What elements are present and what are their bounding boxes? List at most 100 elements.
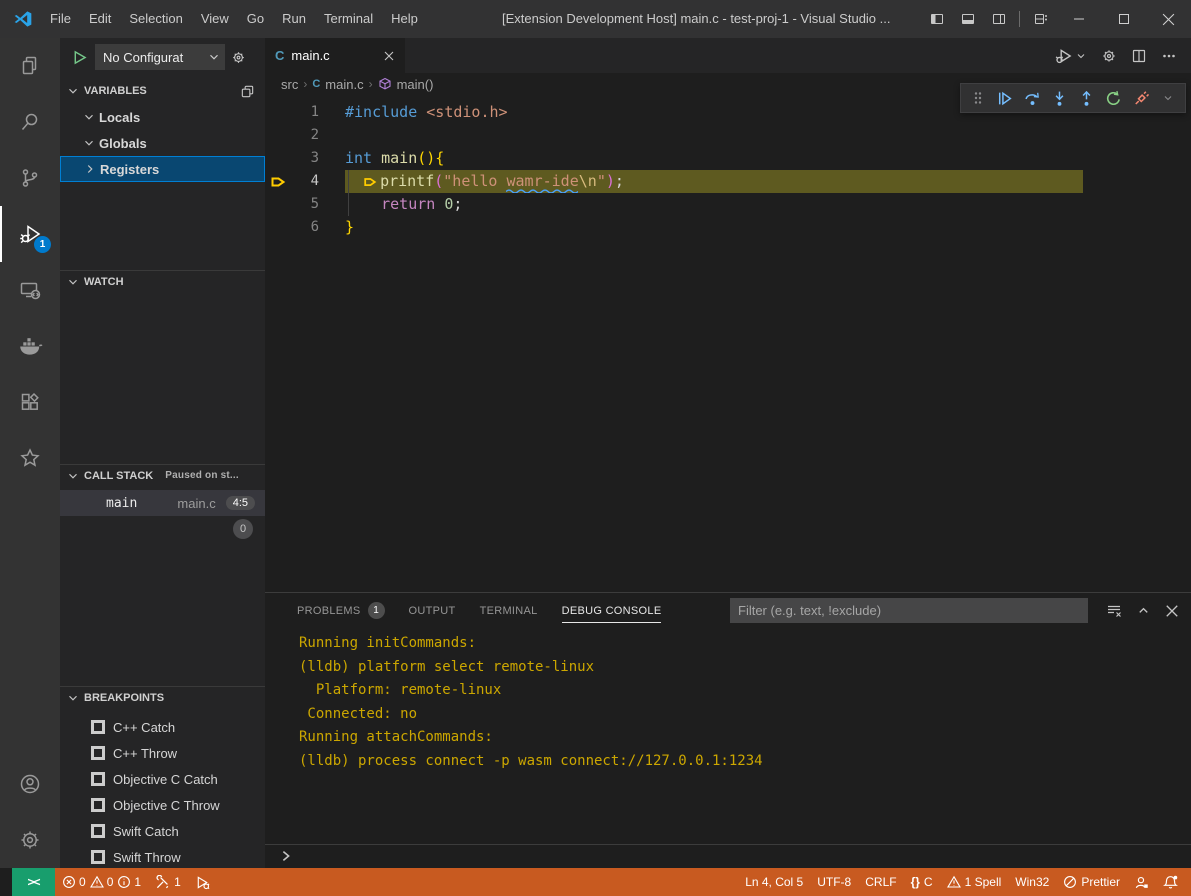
- step-over-icon[interactable]: [1022, 85, 1043, 111]
- formatter-status[interactable]: Prettier: [1056, 868, 1127, 896]
- callstack-paused-status: Paused on st...: [165, 470, 239, 481]
- titlebar-separator: [1019, 11, 1020, 27]
- customize-layout-icon[interactable]: [1025, 0, 1056, 38]
- breadcrumb-symbol[interactable]: main(): [397, 77, 434, 92]
- platform-status[interactable]: Win32: [1008, 868, 1056, 896]
- breakpoint-checkbox[interactable]: [91, 720, 105, 734]
- toggle-sidebar-icon[interactable]: [921, 0, 952, 38]
- tab-main-c[interactable]: C main.c: [265, 38, 405, 73]
- remote-explorer-icon[interactable]: [0, 262, 60, 318]
- panel-tab-terminal[interactable]: TERMINAL: [468, 593, 550, 628]
- title-bar: FileEditSelectionViewGoRunTerminalHelp […: [0, 0, 1191, 38]
- variables-scope-registers[interactable]: Registers: [60, 156, 265, 182]
- info-icon: [117, 875, 131, 889]
- run-or-debug-button[interactable]: [1055, 47, 1087, 65]
- code-editor[interactable]: 1#include <stdio.h>23int main(){4 printf…: [265, 95, 1191, 592]
- debug-console-input[interactable]: [265, 844, 1191, 866]
- menu-run[interactable]: Run: [273, 0, 315, 38]
- menu-view[interactable]: View: [192, 0, 238, 38]
- remote-indicator[interactable]: ><: [12, 868, 55, 896]
- breakpoint-checkbox[interactable]: [91, 772, 105, 786]
- toolbar-drag-grip[interactable]: [967, 85, 988, 111]
- debug-session-dropdown-chevron[interactable]: [1158, 85, 1179, 111]
- breakpoint-checkbox[interactable]: [91, 746, 105, 760]
- maximize-panel-chevron-icon[interactable]: [1136, 603, 1151, 618]
- menu-terminal[interactable]: Terminal: [315, 0, 382, 38]
- run-and-debug-icon[interactable]: 1: [0, 206, 60, 262]
- notifications-bell-icon[interactable]: [1156, 868, 1185, 896]
- prettier-slash-icon: [1063, 875, 1077, 889]
- debug-console-filter-input[interactable]: [730, 598, 1088, 623]
- breakpoint-checkbox[interactable]: [91, 824, 105, 838]
- editor-settings-gear-icon[interactable]: [1101, 48, 1117, 64]
- breakpoint-checkbox[interactable]: [91, 798, 105, 812]
- tools-status[interactable]: 1: [148, 868, 188, 896]
- panel-tab-debug-console[interactable]: DEBUG CONSOLE: [550, 593, 674, 628]
- debug-configuration-dropdown[interactable]: No Configurat: [95, 44, 225, 70]
- encoding-status[interactable]: UTF-8: [810, 868, 858, 896]
- toggle-panel-icon[interactable]: [952, 0, 983, 38]
- problems-status[interactable]: 0 0 1: [55, 868, 148, 896]
- collapse-variables-icon[interactable]: [240, 84, 255, 99]
- breakpoint-row[interactable]: C++ Catch: [60, 714, 265, 740]
- continue-icon[interactable]: [994, 85, 1015, 111]
- eol-status[interactable]: CRLF: [858, 868, 903, 896]
- docker-icon[interactable]: [0, 318, 60, 374]
- cursor-position-status[interactable]: Ln 4, Col 5: [738, 868, 810, 896]
- stack-frame-row[interactable]: mainmain.c4:5: [60, 490, 265, 516]
- feedback-person-icon[interactable]: [1127, 868, 1156, 896]
- window-title: [Extension Development Host] main.c - te…: [502, 0, 890, 38]
- breakpoint-row[interactable]: Swift Catch: [60, 818, 265, 844]
- menu-edit[interactable]: Edit: [80, 0, 120, 38]
- call-stack-section-header[interactable]: CALL STACK Paused on st...: [60, 464, 265, 486]
- minimize-button[interactable]: [1056, 0, 1101, 38]
- language-mode-status[interactable]: {} C: [904, 868, 940, 896]
- maximize-button[interactable]: [1101, 0, 1146, 38]
- panel-tab-output[interactable]: OUTPUT: [397, 593, 468, 628]
- line-number: 2: [291, 124, 319, 147]
- close-button[interactable]: [1146, 0, 1191, 38]
- more-actions-icon[interactable]: [1161, 48, 1177, 64]
- settings-gear-icon[interactable]: [0, 812, 60, 868]
- close-panel-icon[interactable]: [1165, 604, 1179, 618]
- panel-tab-problems[interactable]: PROBLEMS1: [285, 593, 397, 628]
- watch-section-header[interactable]: WATCH: [60, 270, 265, 292]
- breakpoint-row[interactable]: C++ Throw: [60, 740, 265, 766]
- breakpoints-section-header[interactable]: BREAKPOINTS: [60, 686, 265, 708]
- menu-help[interactable]: Help: [382, 0, 427, 38]
- console-line: Connected: no: [299, 706, 1191, 730]
- open-launch-config-gear-icon[interactable]: [231, 50, 246, 65]
- step-into-icon[interactable]: [1049, 85, 1070, 111]
- search-icon[interactable]: [0, 94, 60, 150]
- split-editor-icon[interactable]: [1131, 48, 1147, 64]
- extensions-icon[interactable]: [0, 374, 60, 430]
- breakpoint-row[interactable]: Swift Throw: [60, 844, 265, 868]
- debug-status-icon[interactable]: [188, 868, 217, 896]
- variables-scope-globals[interactable]: Globals: [60, 130, 265, 156]
- accounts-icon[interactable]: [0, 756, 60, 812]
- clear-console-icon[interactable]: [1106, 603, 1122, 619]
- variables-scope-locals[interactable]: Locals: [60, 104, 265, 130]
- step-out-icon[interactable]: [1076, 85, 1097, 111]
- chevron-down-icon: [66, 84, 80, 98]
- menu-file[interactable]: File: [41, 0, 80, 38]
- toggle-secondary-sidebar-icon[interactable]: [983, 0, 1014, 38]
- spellcheck-squiggle: [506, 188, 578, 193]
- restart-icon[interactable]: [1103, 85, 1124, 111]
- variables-section-header[interactable]: VARIABLES: [60, 80, 265, 102]
- menu-go[interactable]: Go: [238, 0, 273, 38]
- spell-checker-status[interactable]: 1 Spell: [940, 868, 1009, 896]
- breadcrumb-file[interactable]: main.c: [325, 77, 363, 92]
- debug-console-output[interactable]: Running initCommands:(lldb) platform sel…: [265, 628, 1191, 776]
- breakpoint-row[interactable]: Objective C Catch: [60, 766, 265, 792]
- source-control-icon[interactable]: [0, 150, 60, 206]
- explorer-icon[interactable]: [0, 38, 60, 94]
- breakpoint-row[interactable]: Objective C Throw: [60, 792, 265, 818]
- disconnect-icon[interactable]: [1131, 85, 1152, 111]
- start-debugging-icon[interactable]: [72, 50, 87, 65]
- menu-selection[interactable]: Selection: [120, 0, 191, 38]
- tab-close-icon[interactable]: [383, 50, 395, 62]
- breakpoint-checkbox[interactable]: [91, 850, 105, 864]
- breadcrumb-folder[interactable]: src: [281, 77, 298, 92]
- wamr-extension-star-icon[interactable]: [0, 430, 60, 486]
